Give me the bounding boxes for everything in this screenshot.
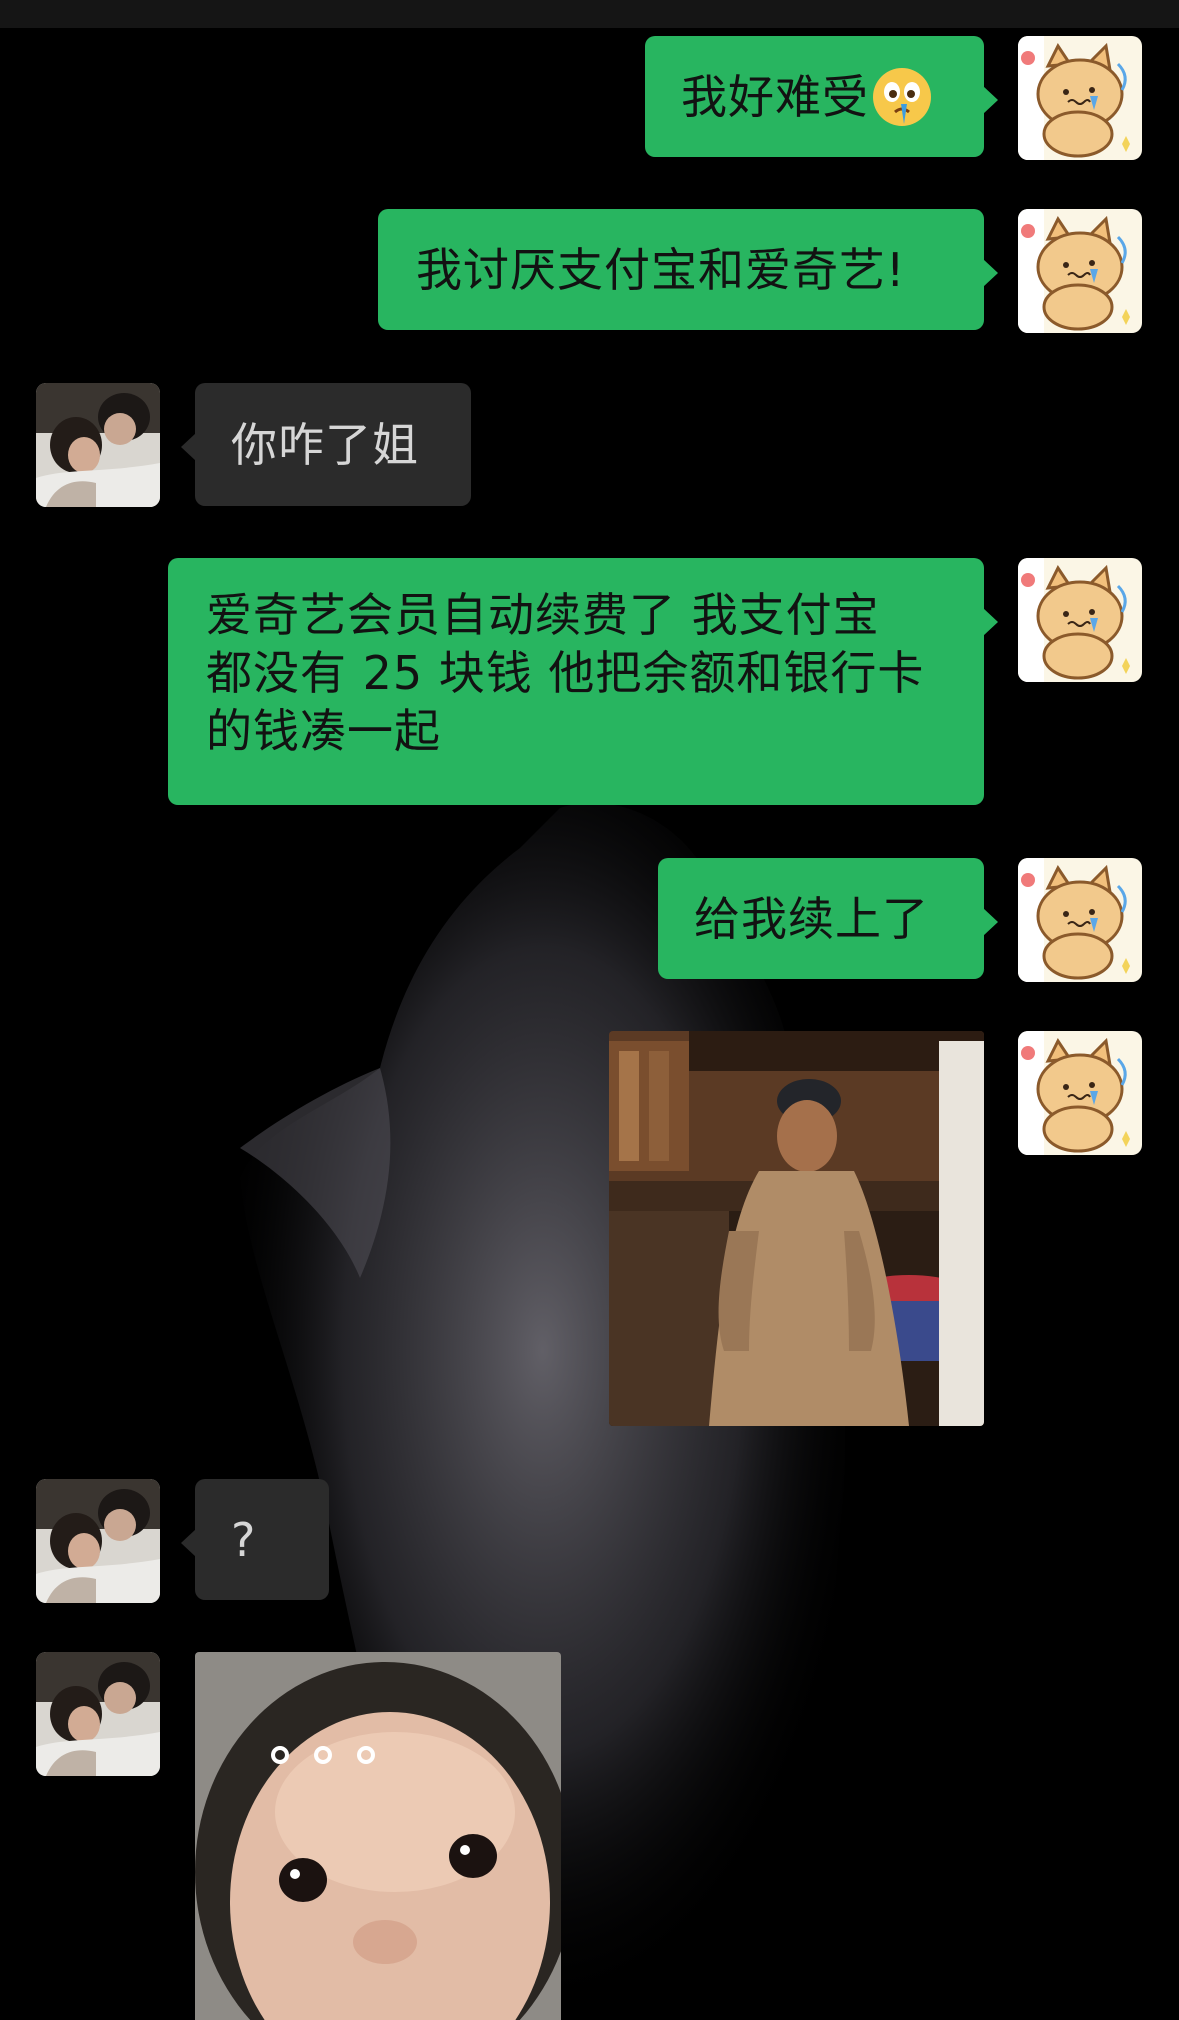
status-bar [0,0,1179,28]
incoming-message-bubble[interactable]: 你咋了姐 [181,383,471,506]
cat-cartoon-avatar[interactable] [1018,36,1142,160]
message-text: 我讨厌支付宝和爱奇艺! [416,242,906,297]
crying-face-emoji [873,67,931,126]
monk-meme-sticker[interactable] [609,1031,984,1426]
outgoing-message-bubble[interactable]: 给我续上了 [658,858,998,979]
message-text: 爱奇艺会员自动续费了 我支付宝 都没有 25 块钱 他把余额和银行卡 的钱凑一起 [206,588,925,758]
cat-cartoon-avatar[interactable] [1018,558,1142,682]
couple-photo-avatar[interactable] [36,1652,160,1776]
cat-cartoon-avatar[interactable] [1018,858,1142,982]
outgoing-message-bubble[interactable]: 我讨厌支付宝和爱奇艺! [378,209,998,330]
outgoing-message-bubble[interactable]: 爱奇艺会员自动续费了 我支付宝 都没有 25 块钱 他把余额和银行卡 的钱凑一起 [168,558,998,805]
message-text: 你咋了姐 [231,417,419,472]
message-text: 给我续上了 [694,891,929,946]
baby-face-sticker[interactable] [195,1652,561,2020]
incoming-message-bubble[interactable]: ? [181,1479,329,1600]
cat-cartoon-avatar[interactable] [1018,1031,1142,1155]
couple-photo-avatar[interactable] [36,383,160,507]
couple-photo-avatar[interactable] [36,1479,160,1603]
message-text: ? [231,1512,257,1567]
outgoing-message-bubble[interactable]: 我好难受 [645,36,998,157]
cat-cartoon-avatar[interactable] [1018,209,1142,333]
message-text: 我好难受 [681,69,869,124]
